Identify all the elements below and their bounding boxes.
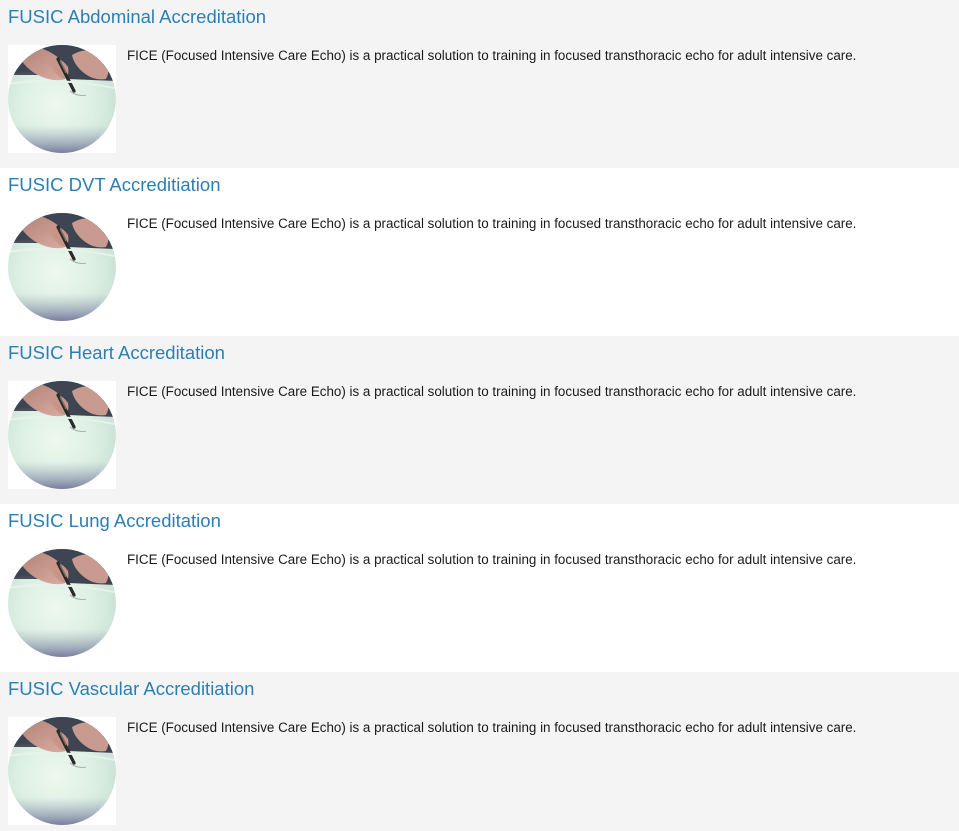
course-title-link[interactable]: FUSIC Heart Accreditation (8, 341, 225, 365)
course-description: FICE (Focused Intensive Care Echo) is a … (127, 48, 857, 63)
course-title-link[interactable]: FUSIC Vascular Accreditiation (8, 677, 254, 701)
course-item-heart: FUSIC Heart Accreditation FICE (Focused … (0, 336, 959, 504)
hand-writing-with-pen-image (8, 213, 116, 321)
course-item-vascular: FUSIC Vascular Accreditiation FICE (Focu… (0, 672, 959, 831)
course-thumbnail[interactable] (8, 717, 116, 825)
course-description: FICE (Focused Intensive Care Echo) is a … (127, 384, 857, 399)
hand-writing-with-pen-image (8, 717, 116, 825)
course-description: FICE (Focused Intensive Care Echo) is a … (127, 552, 857, 567)
hand-writing-with-pen-image (8, 45, 116, 153)
course-item-lung: FUSIC Lung Accreditation FICE (Focused I… (0, 504, 959, 672)
course-thumbnail[interactable] (8, 381, 116, 489)
course-item-dvt: FUSIC DVT Accreditiation FICE (Focused I… (0, 168, 959, 336)
course-title-link[interactable]: FUSIC Lung Accreditation (8, 509, 221, 533)
course-thumbnail[interactable] (8, 549, 116, 657)
hand-writing-with-pen-image (8, 381, 116, 489)
course-title-link[interactable]: FUSIC Abdominal Accreditation (8, 5, 266, 29)
course-item-abdominal: FUSIC Abdominal Accreditation FICE (Focu… (0, 0, 959, 168)
course-thumbnail[interactable] (8, 213, 116, 321)
hand-writing-with-pen-image (8, 549, 116, 657)
course-description: FICE (Focused Intensive Care Echo) is a … (127, 216, 857, 231)
course-description: FICE (Focused Intensive Care Echo) is a … (127, 720, 857, 735)
course-thumbnail[interactable] (8, 45, 116, 153)
course-title-link[interactable]: FUSIC DVT Accreditiation (8, 173, 220, 197)
course-list: FUSIC Abdominal Accreditation FICE (Focu… (0, 0, 959, 831)
